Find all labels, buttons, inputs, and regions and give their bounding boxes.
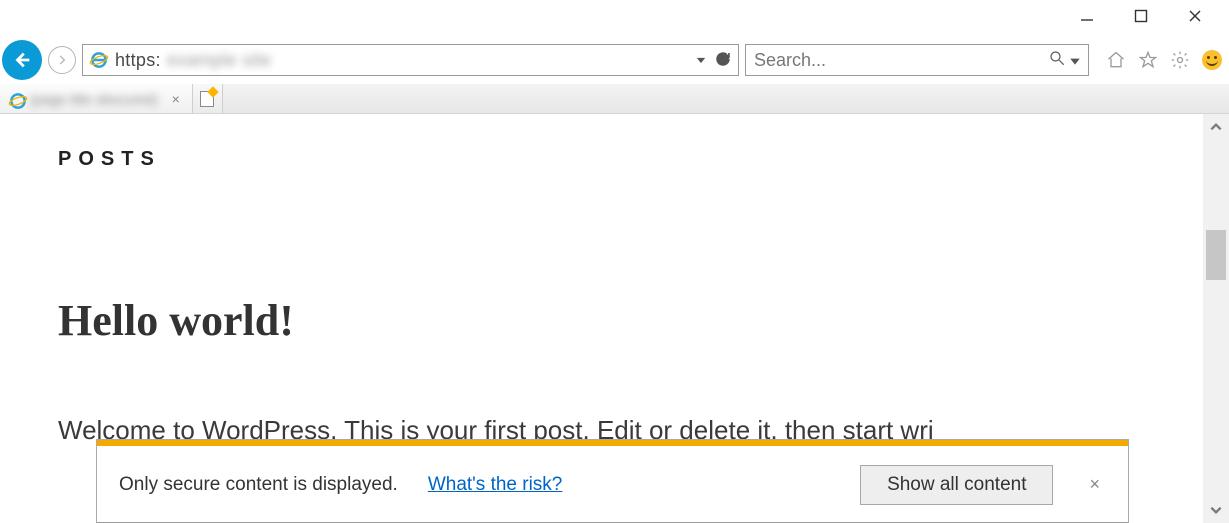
vertical-scrollbar[interactable] bbox=[1203, 114, 1229, 523]
home-icon[interactable] bbox=[1105, 49, 1127, 71]
active-tab[interactable]: (page title obscured) × bbox=[0, 84, 193, 113]
tab-favicon-icon bbox=[8, 91, 24, 107]
show-all-content-button[interactable]: Show all content bbox=[860, 465, 1053, 505]
tab-title: (page title obscured) bbox=[30, 91, 158, 107]
search-input[interactable] bbox=[754, 50, 1040, 71]
search-dropdown-icon[interactable] bbox=[1070, 50, 1080, 71]
infobar-message: Only secure content is displayed. bbox=[119, 474, 398, 496]
refresh-button[interactable] bbox=[714, 50, 732, 71]
infobar-risk-link[interactable]: What's the risk? bbox=[428, 474, 563, 496]
address-dropdown-icon[interactable] bbox=[696, 52, 706, 68]
address-bar[interactable]: https: example site bbox=[82, 44, 739, 76]
back-button[interactable] bbox=[2, 40, 42, 80]
tools-gear-icon[interactable] bbox=[1169, 49, 1191, 71]
minimize-button[interactable] bbox=[1077, 6, 1097, 26]
section-label: POSTS bbox=[58, 148, 1145, 171]
ie-logo-icon bbox=[89, 50, 109, 70]
scroll-down-button[interactable] bbox=[1203, 497, 1229, 523]
url-scheme: https: bbox=[115, 50, 161, 71]
scroll-up-button[interactable] bbox=[1203, 114, 1229, 140]
favorites-star-icon[interactable] bbox=[1137, 49, 1159, 71]
browser-toolbar: https: example site bbox=[0, 40, 1229, 80]
scrollbar-thumb[interactable] bbox=[1206, 230, 1226, 280]
mixed-content-infobar: Only secure content is displayed. What's… bbox=[96, 439, 1129, 523]
new-tab-icon bbox=[200, 91, 214, 107]
forward-button[interactable] bbox=[48, 46, 76, 74]
feedback-smiley-icon[interactable] bbox=[1201, 49, 1223, 71]
tab-strip: (page title obscured) × bbox=[0, 84, 1229, 114]
post-title[interactable]: Hello world! bbox=[58, 295, 1145, 346]
search-icon[interactable] bbox=[1048, 49, 1066, 72]
url-host-blurred: example site bbox=[167, 50, 272, 71]
close-window-button[interactable] bbox=[1185, 6, 1205, 26]
infobar-dismiss-button[interactable]: × bbox=[1083, 474, 1106, 495]
maximize-button[interactable] bbox=[1131, 6, 1151, 26]
new-tab-button[interactable] bbox=[193, 84, 223, 113]
search-bar[interactable] bbox=[745, 44, 1089, 76]
tab-close-button[interactable]: × bbox=[168, 91, 184, 107]
